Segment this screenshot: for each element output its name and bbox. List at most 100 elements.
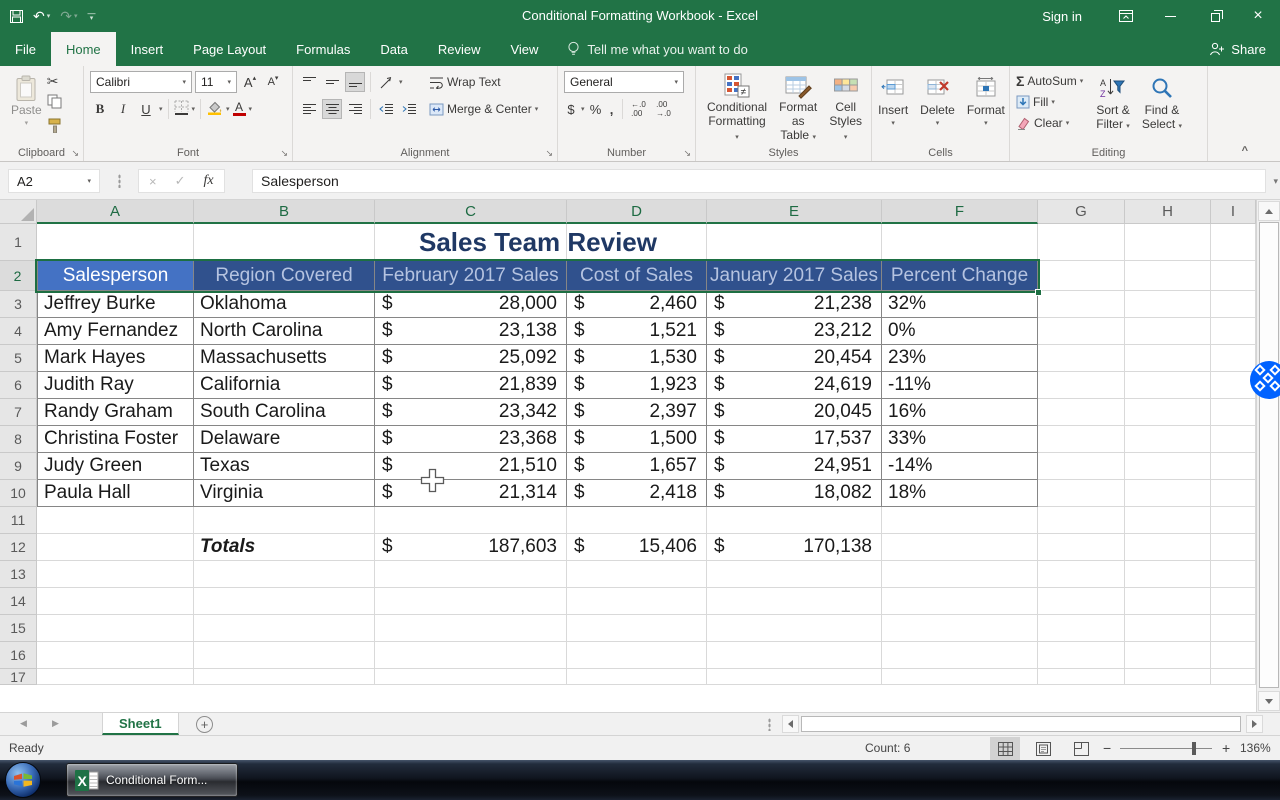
cell-F7[interactable]: 16% [882,399,1038,426]
conditional-formatting-button[interactable]: ≠ Conditional Formatting ▾ [702,71,772,143]
cell-H6[interactable] [1125,372,1211,399]
cell-D4[interactable]: $1,521 [567,318,707,345]
cell-H2[interactable] [1125,261,1211,291]
cell-G12[interactable] [1038,534,1125,561]
cell-H8[interactable] [1125,426,1211,453]
formula-input[interactable]: Salesperson [252,169,1266,193]
tab-data[interactable]: Data [365,32,422,66]
cell-I15[interactable] [1211,615,1256,642]
font-name-combobox[interactable]: Calibri▾ [90,71,192,93]
cell-E12[interactable]: $170,138 [707,534,882,561]
row-header-2[interactable]: 2 [0,261,37,291]
cell-C2[interactable]: February 2017 Sales [375,261,567,291]
sheet-title-cell[interactable]: Sales Team Review [38,224,1038,261]
alignment-dialog-launcher[interactable]: ↘ [545,149,553,158]
cell-C12[interactable]: $187,603 [375,534,567,561]
sheet-tab-sheet1[interactable]: Sheet1 [102,713,179,735]
share-button[interactable]: Share [1209,32,1266,66]
row-header-6[interactable]: 6 [0,372,37,399]
row-header-7[interactable]: 7 [0,399,37,426]
cell-H16[interactable] [1125,642,1211,669]
cell-C17[interactable] [375,669,567,685]
format-cells-button[interactable]: Format ▾ [962,71,1010,143]
cell-D17[interactable] [567,669,707,685]
cell-I14[interactable] [1211,588,1256,615]
column-header-A[interactable]: A [37,200,194,224]
increase-decimal-button[interactable]: ←.0.00 [628,99,650,119]
cell-H1[interactable] [1125,224,1211,261]
cell-H14[interactable] [1125,588,1211,615]
cell-D15[interactable] [567,615,707,642]
cell-G13[interactable] [1038,561,1125,588]
orientation-caret[interactable]: ▾ [399,78,403,86]
top-align-button[interactable] [299,72,319,92]
cell-I5[interactable] [1211,345,1256,372]
tab-review[interactable]: Review [423,32,496,66]
cell-C8[interactable]: $23,368 [375,426,567,453]
hscroll-right-button[interactable] [1246,715,1263,733]
cell-I3[interactable] [1211,291,1256,318]
font-size-combobox[interactable]: 11▾ [195,71,237,93]
font-dialog-launcher[interactable]: ↘ [280,149,288,158]
cell-F13[interactable] [882,561,1038,588]
row-header-12[interactable]: 12 [0,534,37,561]
zoom-level[interactable]: 136% [1240,741,1271,755]
decrease-indent-button[interactable] [376,99,396,119]
insert-cells-button[interactable]: Insert ▾ [873,71,913,143]
cell-B3[interactable]: Oklahoma [194,291,375,318]
cell-B4[interactable]: North Carolina [194,318,375,345]
column-header-I[interactable]: I [1211,200,1256,224]
row-header-4[interactable]: 4 [0,318,37,345]
cell-A7[interactable]: Randy Graham [37,399,194,426]
cell-A9[interactable]: Judy Green [37,453,194,480]
cell-E3[interactable]: $21,238 [707,291,882,318]
cell-E8[interactable]: $17,537 [707,426,882,453]
merge-center-button[interactable]: Merge & Center ▾ [429,98,538,120]
align-left-button[interactable] [299,99,319,119]
tab-file[interactable]: File [0,32,51,66]
cell-B15[interactable] [194,615,375,642]
accounting-format-button[interactable]: $ [564,99,578,119]
cell-A15[interactable] [37,615,194,642]
cell-G8[interactable] [1038,426,1125,453]
cell-F11[interactable] [882,507,1038,534]
cell-C5[interactable]: $25,092 [375,345,567,372]
tell-me-box[interactable]: Tell me what you want to do [553,32,761,66]
cell-H3[interactable] [1125,291,1211,318]
cell-D14[interactable] [567,588,707,615]
italic-button[interactable]: I [113,99,133,119]
cell-D2[interactable]: Cost of Sales [567,261,707,291]
ribbon-display-options-button[interactable] [1104,0,1148,32]
expand-formula-bar-button[interactable]: ▾ [1273,176,1278,187]
cell-C16[interactable] [375,642,567,669]
cell-F17[interactable] [882,669,1038,685]
sign-in-button[interactable]: Sign in [1020,9,1104,24]
dropbox-badge[interactable] [1250,361,1280,399]
cell-C3[interactable]: $28,000 [375,291,567,318]
cell-G9[interactable] [1038,453,1125,480]
cell-I10[interactable] [1211,480,1256,507]
cell-D7[interactable]: $2,397 [567,399,707,426]
cell-I16[interactable] [1211,642,1256,669]
bold-button[interactable]: B [90,99,110,119]
paste-button[interactable]: Paste ▾ [6,71,47,143]
clear-button[interactable]: Clear ▾ [1016,114,1083,132]
cell-A14[interactable] [37,588,194,615]
row-header-15[interactable]: 15 [0,615,37,642]
select-all-button[interactable] [0,200,37,224]
tab-insert[interactable]: Insert [116,32,179,66]
sheet-nav-right[interactable]: ▶ [52,718,59,729]
cell-G11[interactable] [1038,507,1125,534]
cell-C7[interactable]: $23,342 [375,399,567,426]
cell-D9[interactable]: $1,657 [567,453,707,480]
cell-G15[interactable] [1038,615,1125,642]
row-header-3[interactable]: 3 [0,291,37,318]
cell-E9[interactable]: $24,951 [707,453,882,480]
cell-F8[interactable]: 33% [882,426,1038,453]
fill-button[interactable]: Fill ▾ [1016,93,1083,111]
cell-H12[interactable] [1125,534,1211,561]
autosum-button[interactable]: Σ AutoSum ▾ [1016,72,1083,90]
cell-H4[interactable] [1125,318,1211,345]
delete-cells-button[interactable]: Delete ▾ [915,71,960,143]
cell-E14[interactable] [707,588,882,615]
